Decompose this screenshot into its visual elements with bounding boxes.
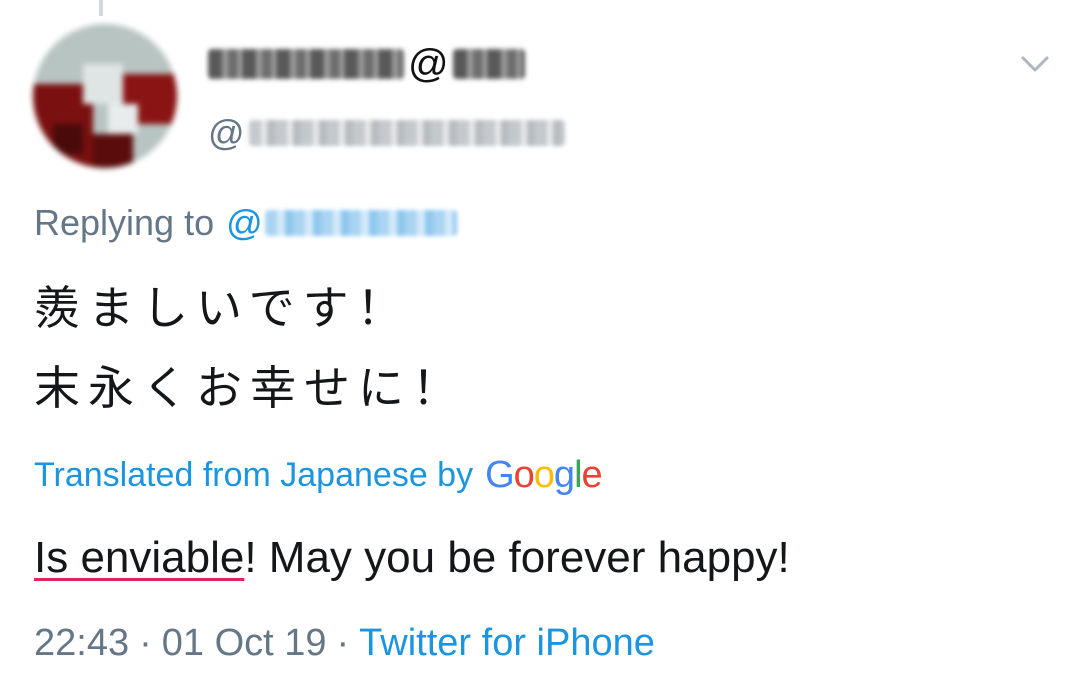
tweet-date[interactable]: 01 Oct 19 xyxy=(162,622,327,665)
user-handle[interactable]: @ xyxy=(208,110,565,156)
spellcheck-underlined-text: Is enviable xyxy=(34,533,245,582)
tweet-text-line: 末永くお幸せに！ xyxy=(34,361,466,415)
handle-at: @ xyxy=(208,112,245,153)
translated-label: Translated from Japanese by xyxy=(34,455,474,494)
avatar[interactable] xyxy=(33,24,177,168)
translated-text: Is enviable! May you be forever happy! xyxy=(34,528,790,588)
blurred-name-redaction xyxy=(452,49,525,79)
separator: · xyxy=(336,621,350,664)
mention-at: @ xyxy=(226,202,263,243)
replying-to: Replying to @ xyxy=(34,198,457,248)
blurred-name-redaction xyxy=(208,49,404,79)
tweet-metadata: 22:43 · 01 Oct 19 · Twitter for iPhone xyxy=(34,618,655,668)
translation-attribution[interactable]: Translated from Japanese by Google xyxy=(34,452,603,498)
separator: · xyxy=(139,621,152,664)
google-logo: Google xyxy=(485,453,603,496)
thread-connector-line xyxy=(99,0,103,16)
chevron-down-icon[interactable] xyxy=(1018,48,1052,78)
blurred-mention-redaction xyxy=(264,210,457,236)
translated-text-rest: ! May you be forever happy! xyxy=(244,533,790,582)
blurred-handle-redaction xyxy=(248,120,565,146)
tweet-time[interactable]: 22:43 xyxy=(34,622,129,665)
tweet-text-line: 羨ましいです！ xyxy=(34,281,411,335)
display-name-at: @ xyxy=(408,42,449,86)
tweet-source-link[interactable]: Twitter for iPhone xyxy=(359,622,655,665)
tweet-text: 羨ましいです！ 末永くお幸せに！ xyxy=(34,268,466,428)
reply-mention-link[interactable]: @ xyxy=(226,202,457,244)
display-name[interactable]: @ xyxy=(208,38,525,90)
replying-to-label: Replying to xyxy=(34,202,215,243)
